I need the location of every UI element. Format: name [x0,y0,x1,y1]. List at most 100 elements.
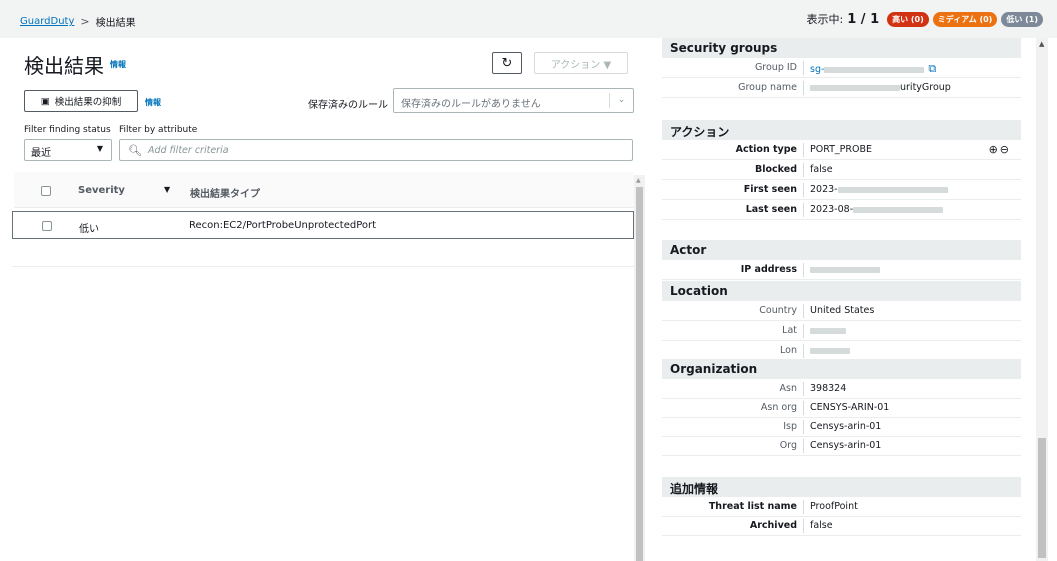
threat-list-value: ProofPoint [810,501,858,512]
additional-info-heading: 追加情報 [662,477,1021,497]
table-scrollbar[interactable]: ▲ [634,175,645,561]
saved-rules-select[interactable]: 保存済みのルールがありません ⌄ [393,88,634,113]
table-row[interactable]: 低い Recon:EC2/PortProbeUnprotectedPort [12,211,634,239]
counter-label: 表示中: [806,13,844,26]
details-scrollbar[interactable]: ▲ [1036,38,1048,561]
security-groups-heading: Security groups [662,38,1021,58]
high-severity-badge[interactable]: 高い (0) [887,11,929,27]
group-id-prefix: sg- [810,64,825,75]
org-value: Censys-arin-01 [810,440,882,451]
group-name-suffix: urityGroup [900,82,951,93]
redacted-value [810,327,846,334]
last-seen-value: 2023-08- [810,204,944,215]
actions-label: アクション ▼ [550,59,612,71]
asn-org-key: Asn org [760,402,797,413]
redacted-value [810,266,880,273]
suppress-label: 検出結果の抑制 [54,97,122,108]
external-link-icon[interactable]: ⧉ [928,62,936,75]
isp-value: Censys-arin-01 [810,421,882,432]
archived-key: Archived [749,520,797,531]
group-id-row: Group ID sg- ⧉ [662,58,1021,78]
page-title: 検出結果 [24,54,104,78]
isp-row: Isp Censys-arin-01 [662,417,1021,437]
group-id-link[interactable]: sg- ⧉ [810,62,936,76]
search-icon: 🔍︎ [128,143,142,157]
table-header: Severity ▼ 検出結果タイプ [14,172,634,208]
finding-type-column-header[interactable]: 検出結果タイプ [190,185,260,200]
severity-column-header[interactable]: Severity [78,185,125,196]
counter-value: 1 / 1 [847,11,880,27]
zoom-controls: ⊕⊖ [989,143,1011,156]
last-seen-prefix: 2023-08- [810,204,854,215]
breadcrumb-guardduty-link[interactable]: GuardDuty [20,16,74,27]
suppress-findings-button[interactable]: ▣ 検出結果の抑制 [24,90,138,112]
redacted-value [824,66,925,73]
row-finding-type: Recon:EC2/PortProbeUnprotectedPort [189,220,377,231]
last-seen-row: Last seen 2023-08- [662,200,1021,220]
sort-descending-icon[interactable]: ▼ [164,185,170,194]
location-heading: Location [662,281,1021,301]
medium-severity-badge[interactable]: ミディアム (0) [932,11,998,27]
first-seen-prefix: 2023- [810,184,838,195]
scroll-up-icon: ▲ [636,177,641,184]
filter-attribute-label: Filter by attribute [119,125,198,135]
select-all-checkbox[interactable] [41,186,51,196]
asn-org-value: CENSYS-ARIN-01 [810,402,890,413]
finding-status-select[interactable]: 最近 ▼ [24,139,112,161]
lon-row: Lon [662,341,1021,361]
table-scroll-thumb[interactable] [636,187,643,561]
redacted-value [810,84,900,91]
action-heading: アクション [662,120,1021,140]
details-scroll-thumb[interactable] [1038,438,1046,558]
zoom-out-icon[interactable]: ⊖ [1000,143,1011,156]
filter-placeholder: Add filter criteria [147,144,229,156]
ip-address-key: IP address [740,264,797,275]
org-row: Org Censys-arin-01 [662,436,1021,456]
action-type-row: Action type PORT_PROBE ⊕⊖ [662,140,1021,160]
breadcrumb-current: 検出結果 [95,18,136,29]
blocked-value: false [810,164,833,175]
finding-details-panel: Security groups Group ID sg- ⧉ Group name… [646,38,1036,561]
country-row: Country United States [662,301,1021,321]
country-value: United States [810,305,875,316]
low-severity-badge[interactable]: 低い (1) [1001,11,1043,27]
lon-key: Lon [780,345,797,356]
ip-address-value [810,264,880,275]
saved-rules-label: 保存済みのルール [308,100,388,111]
lat-key: Lat [782,325,797,336]
threat-list-key: Threat list name [708,501,797,512]
chevron-down-icon: ⌄ [609,93,633,108]
redacted-value [810,347,850,354]
archived-value: false [810,520,833,531]
actions-dropdown-button[interactable]: アクション ▼ [534,52,628,74]
asn-key: Asn [779,383,797,394]
zoom-in-icon[interactable]: ⊕ [989,143,1000,156]
status-value: 最近 [31,148,51,159]
country-key: Country [759,305,797,316]
group-id-key: Group ID [754,62,797,73]
lat-row: Lat [662,321,1021,341]
redacted-value [837,186,948,193]
suppress-info-link[interactable]: 情報 [145,97,161,108]
refresh-button[interactable]: ↻ [492,52,522,74]
group-name-row: Group name urityGroup [662,78,1021,98]
asn-org-row: Asn org CENSYS-ARIN-01 [662,398,1021,418]
asn-row: Asn 398324 [662,379,1021,399]
lat-value [810,325,846,336]
refresh-icon: ↻ [501,55,513,71]
asn-value: 398324 [810,383,847,394]
first-seen-value: 2023- [810,184,948,195]
breadcrumb-separator: > [80,15,90,28]
first-seen-key: First seen [743,184,797,195]
isp-key: Isp [783,421,797,432]
title-info-link[interactable]: 情報 [110,59,126,70]
filter-status-label: Filter finding status [24,125,111,135]
group-name-key: Group name [738,82,797,93]
filter-criteria-input[interactable]: 🔍︎ Add filter criteria [119,139,633,161]
row-checkbox[interactable] [42,221,52,231]
ip-address-row: IP address [662,260,1021,280]
organization-heading: Organization [662,359,1021,379]
saved-rules-value: 保存済みのルールがありません [401,99,541,110]
table-divider [12,266,634,267]
suppress-icon: ▣ [40,95,50,107]
